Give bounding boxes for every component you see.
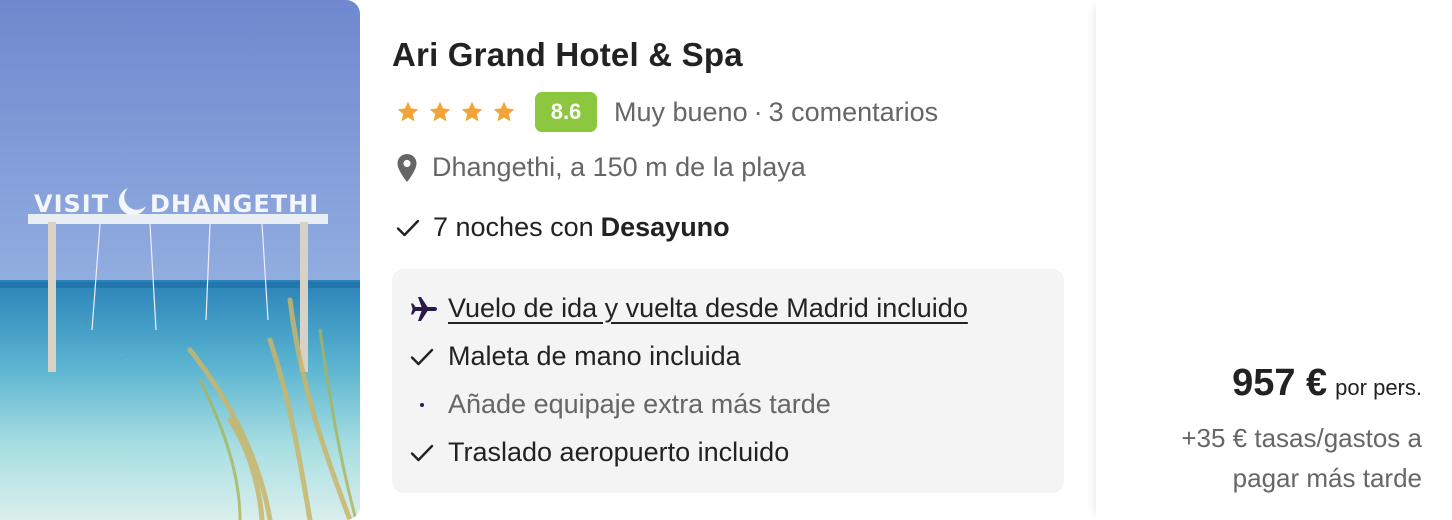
checkmark-icon	[396, 219, 420, 236]
rating-summary[interactable]: Muy bueno · 3 comentarios	[614, 97, 938, 128]
nights-text: 7 noches con	[433, 212, 594, 242]
rating-label: Muy bueno	[614, 96, 748, 127]
package-extras: Vuelo de ida y vuelta desde Madrid inclu…	[392, 269, 1064, 493]
extra-luggage-text: Añade equipaje extra más tarde	[448, 389, 831, 419]
location-row: Dhangethi, a 150 m de la playa	[396, 152, 806, 183]
rating-row: 8.6 Muy bueno · 3 comentarios	[396, 92, 938, 132]
star-icon	[461, 101, 483, 122]
hotel-info: Ari Grand Hotel & Spa 8.6 Muy bueno · 3 co…	[392, 0, 1072, 520]
board-type: Desayuno	[600, 212, 730, 242]
bullet-dot-icon	[420, 402, 424, 407]
star-icon	[397, 101, 419, 122]
hotel-result-card[interactable]: VISIT DHANGETHI Ari Grand Hotel & Spa 8.…	[0, 0, 1452, 520]
extra-add-luggage: Añade equipaje extra más tarde	[410, 389, 831, 420]
star-icon	[429, 101, 451, 122]
extra-transfer: Traslado aeropuerto incluido	[410, 437, 789, 468]
location-pin-icon	[397, 153, 417, 182]
extra-hand-luggage: Maleta de mano incluida	[410, 341, 741, 372]
star-rating	[396, 100, 516, 124]
hotel-photo[interactable]: VISIT DHANGETHI	[0, 0, 360, 520]
checkmark-icon	[410, 348, 434, 365]
airplane-icon	[411, 296, 437, 321]
price-per-person: por pers.	[1335, 375, 1422, 400]
extra-flight[interactable]: Vuelo de ida y vuelta desde Madrid inclu…	[410, 293, 968, 324]
taxes-note: +35 € tasas/gastos a pagar más tarde	[1181, 423, 1422, 493]
hand-luggage-text: Maleta de mano incluida	[448, 341, 741, 371]
flight-link[interactable]: Vuelo de ida y vuelta desde Madrid inclu…	[448, 293, 968, 324]
star-icon	[493, 101, 515, 122]
score-badge: 8.6	[535, 92, 597, 132]
checkmark-icon	[410, 444, 434, 461]
location-text: Dhangethi, a 150 m de la playa	[432, 152, 806, 182]
rating-separator: ·	[753, 96, 763, 127]
svg-text:DHANGETHI: DHANGETHI	[150, 190, 319, 218]
price-line: 957 € por pers.	[1232, 362, 1422, 405]
price-panel[interactable]: 957 € por pers. +35 € tasas/gastos a pag…	[1096, 0, 1452, 520]
stay-board: 7 noches con Desayuno	[396, 212, 730, 243]
svg-text:VISIT: VISIT	[34, 190, 109, 218]
price-amount: 957 €	[1232, 362, 1328, 404]
review-count[interactable]: 3 comentarios	[769, 97, 939, 127]
transfer-text: Traslado aeropuerto incluido	[448, 437, 790, 467]
hotel-name[interactable]: Ari Grand Hotel & Spa	[392, 36, 743, 74]
